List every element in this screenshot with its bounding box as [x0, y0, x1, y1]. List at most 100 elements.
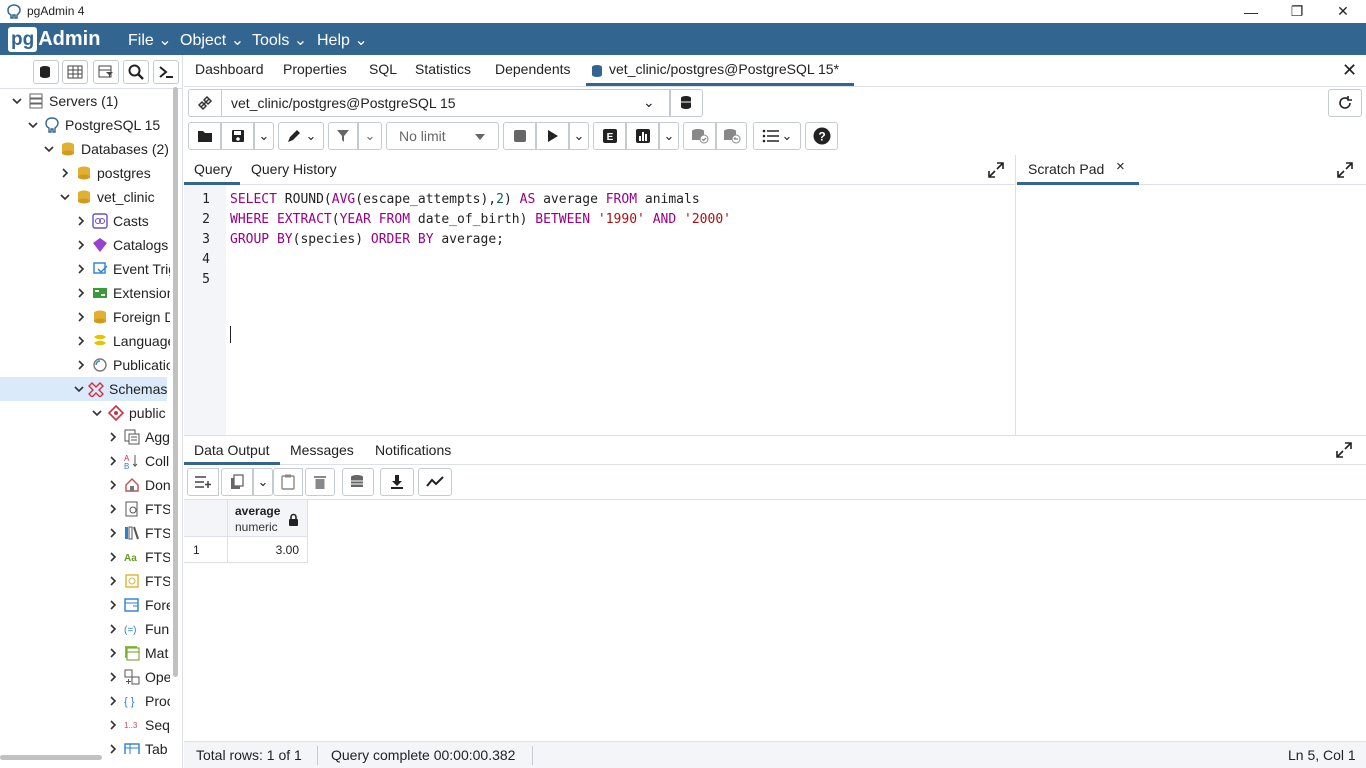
- edit-options-icon[interactable]: ⌄: [278, 122, 324, 150]
- psql-tool-icon[interactable]: [153, 60, 179, 84]
- tab-query-tool[interactable]: vet_clinic/postgres@PostgreSQL 15*: [609, 61, 839, 77]
- chevron-right-icon[interactable]: [74, 262, 88, 276]
- expand-icon[interactable]: [1336, 442, 1352, 458]
- save-file-icon[interactable]: [221, 122, 254, 150]
- paste-icon[interactable]: [273, 468, 303, 496]
- chevron-right-icon[interactable]: [106, 454, 120, 468]
- search-objects-icon[interactable]: [123, 60, 149, 84]
- chevron-right-icon[interactable]: [106, 718, 120, 732]
- column-header[interactable]: average numeric: [228, 500, 308, 537]
- tree-node-ope[interactable]: Ope: [106, 665, 170, 689]
- add-row-icon[interactable]: [187, 468, 219, 496]
- tab-dependents[interactable]: Dependents: [495, 61, 571, 77]
- new-connection-icon[interactable]: [670, 89, 703, 117]
- menu-tools[interactable]: Tools ⌄: [252, 30, 307, 50]
- row-limit-select[interactable]: No limit: [386, 122, 499, 150]
- close-tab-icon[interactable]: ✕: [1342, 60, 1357, 81]
- tree-node-publicatio[interactable]: Publicatio: [74, 353, 170, 377]
- explain-icon[interactable]: E: [593, 122, 626, 150]
- copy-options-chevron-icon[interactable]: ⌄: [253, 468, 273, 496]
- chevron-right-icon[interactable]: [106, 742, 120, 754]
- chevron-right-icon[interactable]: [106, 574, 120, 588]
- grid-corner[interactable]: [184, 500, 228, 537]
- table-view-icon[interactable]: [62, 60, 88, 84]
- chevron-right-icon[interactable]: [74, 310, 88, 324]
- tree-node-language[interactable]: Language: [74, 329, 170, 353]
- open-file-icon[interactable]: [188, 122, 221, 150]
- row-number[interactable]: 1: [184, 537, 228, 563]
- chevron-right-icon[interactable]: [74, 214, 88, 228]
- chevron-right-icon[interactable]: [74, 286, 88, 300]
- tab-messages[interactable]: Messages: [290, 442, 354, 458]
- explain-analyze-icon[interactable]: [626, 122, 659, 150]
- tab-statistics[interactable]: Statistics: [415, 61, 471, 77]
- filter-icon[interactable]: [328, 122, 358, 150]
- chevron-right-icon[interactable]: [106, 550, 120, 564]
- scratch-pad-close-icon[interactable]: ×: [1116, 158, 1125, 175]
- chevron-down-icon[interactable]: [58, 190, 72, 204]
- filtered-rows-icon[interactable]: [93, 60, 119, 84]
- query-tool-icon[interactable]: [33, 60, 59, 84]
- restore-button[interactable]: ❐: [1274, 0, 1320, 23]
- explain-options-chevron-icon[interactable]: ⌄: [659, 122, 679, 150]
- tree-node-seq[interactable]: 1..3 Seq: [106, 713, 170, 737]
- tree-node-fun[interactable]: (=) Fun: [106, 617, 169, 641]
- graph-visualiser-icon[interactable]: [418, 468, 452, 496]
- chevron-right-icon[interactable]: [106, 502, 120, 516]
- tree-node-fts[interactable]: Aa FTS: [106, 545, 170, 569]
- tab-notifications[interactable]: Notifications: [375, 442, 451, 458]
- tab-dashboard[interactable]: Dashboard: [195, 61, 264, 77]
- tab-properties[interactable]: Properties: [283, 61, 347, 77]
- chevron-down-icon[interactable]: [10, 94, 24, 108]
- menu-help[interactable]: Help ⌄: [317, 30, 368, 50]
- connection-status-icon[interactable]: [188, 89, 222, 117]
- chevron-down-icon[interactable]: [74, 382, 84, 396]
- tree-node-coll[interactable]: A B Coll: [106, 449, 169, 473]
- tree-node-casts[interactable]: Casts: [74, 209, 149, 233]
- rollback-icon[interactable]: [716, 122, 747, 150]
- save-data-icon[interactable]: [342, 468, 374, 496]
- save-options-chevron-icon[interactable]: ⌄: [254, 122, 274, 150]
- chevron-right-icon[interactable]: [106, 430, 120, 444]
- tree-node-schemas[interactable]: Schemas: [0, 377, 167, 401]
- sql-editor[interactable]: SELECT ROUND(AVG(escape_attempts),2) AS …: [226, 185, 1016, 435]
- chevron-down-icon[interactable]: [90, 406, 104, 420]
- tree-node-event-trig[interactable]: Event Trig: [74, 257, 170, 281]
- tree-node-vet-clinic[interactable]: vet_clinic: [58, 185, 155, 209]
- tab-query-history[interactable]: Query History: [251, 161, 337, 177]
- tree-node-databases-2[interactable]: Databases (2): [42, 137, 169, 161]
- tree-node-tab[interactable]: Tab: [106, 737, 168, 754]
- chevron-right-icon[interactable]: [106, 622, 120, 636]
- tab-sql[interactable]: SQL: [369, 61, 397, 77]
- tab-data-output[interactable]: Data Output: [194, 442, 270, 458]
- connection-select[interactable]: vet_clinic/postgres@PostgreSQL 15 ⌄: [221, 89, 670, 117]
- chevron-right-icon[interactable]: [106, 478, 120, 492]
- expand-icon[interactable]: [988, 162, 1004, 178]
- help-icon[interactable]: ?: [805, 122, 838, 150]
- chevron-right-icon[interactable]: [106, 694, 120, 708]
- chevron-right-icon[interactable]: [58, 166, 72, 180]
- execute-icon[interactable]: [536, 122, 569, 150]
- table-cell[interactable]: 3.00: [228, 537, 308, 563]
- tree-node-proc[interactable]: { } Proc: [106, 689, 170, 713]
- stop-icon[interactable]: [503, 122, 536, 150]
- chevron-right-icon[interactable]: [106, 646, 120, 660]
- tree-node-servers-1[interactable]: Servers (1): [10, 89, 118, 113]
- tree-node-agg[interactable]: Agg: [106, 425, 170, 449]
- tab-query[interactable]: Query: [194, 161, 232, 177]
- tree-node-foreign-d[interactable]: Foreign D: [74, 305, 170, 329]
- tree-node-fts[interactable]: FTS: [106, 497, 170, 521]
- menu-object[interactable]: Object ⌄: [180, 30, 244, 50]
- tree-vertical-scrollbar[interactable]: [173, 87, 178, 677]
- chevron-right-icon[interactable]: [106, 670, 120, 684]
- tree-node-don[interactable]: Don: [106, 473, 170, 497]
- close-window-button[interactable]: ✕: [1320, 0, 1366, 23]
- tree-node-fts[interactable]: FTS: [106, 521, 170, 545]
- tree-horizontal-scrollbar[interactable]: [0, 755, 102, 760]
- tree-node-mat[interactable]: Mat: [106, 641, 168, 665]
- scratch-pad-textarea[interactable]: [1017, 185, 1366, 435]
- expand-icon[interactable]: [1337, 162, 1353, 178]
- filter-options-chevron-icon[interactable]: ⌄: [358, 122, 382, 150]
- delete-icon[interactable]: [305, 468, 335, 496]
- copy-icon[interactable]: [221, 468, 253, 496]
